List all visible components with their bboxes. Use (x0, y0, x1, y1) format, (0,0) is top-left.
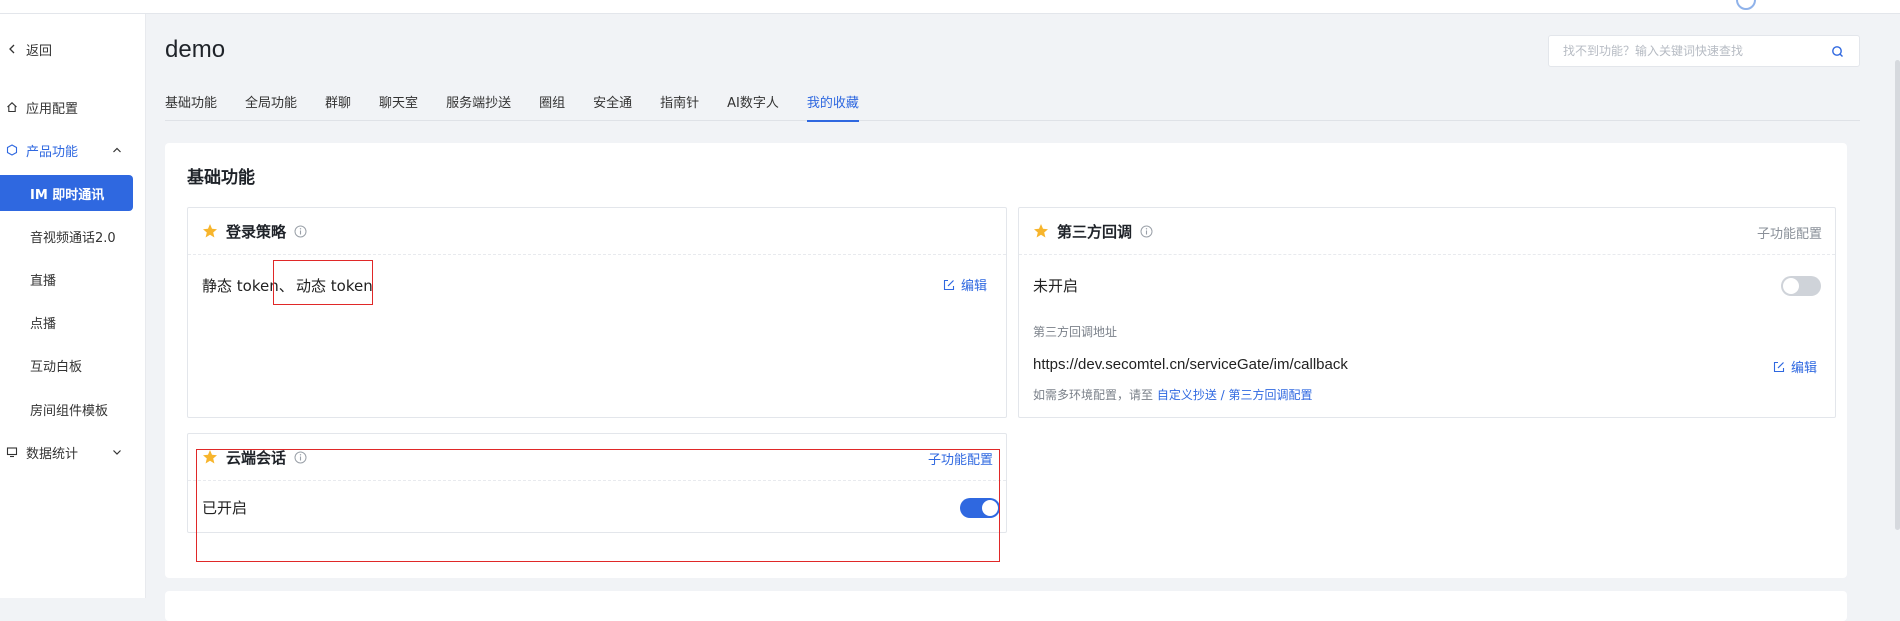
sub-config-link[interactable]: 子功能配置 (928, 449, 993, 468)
sidebar-subitem-room-template[interactable]: 房间组件模板 (0, 391, 146, 427)
callback-hint: 如需多环境配置，请至 自定义抄送 / 第三方回调配置 (1033, 386, 1313, 403)
sidebar-item-data-stats[interactable]: 数据统计 (0, 434, 146, 470)
login-strategy-card: 登录策略 静态 token、 动态 token 编辑 (187, 207, 1007, 418)
card-header: 云端会话 子功能配置 (188, 434, 1006, 481)
login-edit-button[interactable]: 编辑 (943, 275, 987, 294)
hexagon-icon (4, 142, 20, 158)
callback-url: https://dev.secomtel.cn/serviceGate/im/c… (1033, 356, 1348, 373)
sidebar-subitem-label: IM 即时通讯 (30, 187, 105, 203)
avatar[interactable] (1736, 0, 1756, 10)
sidebar-item-label: 应用配置 (26, 101, 79, 117)
tab-favorites[interactable]: 我的收藏 (806, 86, 859, 122)
tab-group-chat[interactable]: 群聊 (325, 86, 351, 121)
sidebar-item-product-features[interactable]: 产品功能 (0, 132, 146, 168)
tab-basic[interactable]: 基础功能 (165, 86, 217, 121)
next-section (165, 591, 1847, 621)
card-title: 登录策略 (226, 222, 287, 241)
info-icon[interactable] (294, 451, 307, 464)
chevron-up-icon (110, 143, 124, 157)
search-box[interactable] (1548, 35, 1860, 67)
edit-icon (1773, 361, 1785, 372)
sidebar-item-app-config[interactable]: 应用配置 (0, 89, 146, 125)
callback-status: 未开启 (1033, 277, 1079, 295)
top-bar (0, 0, 1900, 14)
callback-toggle[interactable] (1781, 276, 1821, 296)
sidebar-subitem-whiteboard[interactable]: 互动白板 (0, 347, 146, 383)
sidebar-subitem-av-call[interactable]: 音视频通话2.0 (0, 218, 146, 254)
card-title: 云端会话 (226, 448, 287, 467)
sidebar-subitem-im[interactable]: IM 即时通讯 (0, 175, 133, 211)
scrollbar-thumb[interactable] (1895, 60, 1900, 530)
sidebar-subitem-label: 音视频通话2.0 (30, 230, 116, 246)
sidebar-subitem-label: 点播 (30, 316, 57, 332)
chevron-left-icon (4, 41, 20, 57)
search-input[interactable] (1563, 44, 1829, 58)
star-icon[interactable] (202, 449, 218, 465)
tab-circle[interactable]: 圈组 (539, 86, 565, 121)
sidebar-subitem-label: 直播 (30, 273, 57, 289)
tab-security[interactable]: 安全通 (593, 86, 632, 121)
edit-label: 编辑 (1791, 361, 1818, 376)
search-icon[interactable] (1829, 43, 1845, 59)
chevron-down-icon (110, 445, 124, 459)
tab-server-cc[interactable]: 服务端抄送 (446, 86, 511, 121)
sidebar: 返回 应用配置 产品功能 IM 即时通讯 音视频通话2.0 直播 点播 互动白板… (0, 14, 146, 598)
home-icon (4, 99, 20, 115)
sidebar-subitem-label: 互动白板 (30, 359, 83, 375)
sidebar-item-label: 数据统计 (26, 446, 79, 462)
back-label: 返回 (26, 43, 53, 59)
info-icon[interactable] (294, 225, 307, 238)
sidebar-subitem-live[interactable]: 直播 (0, 261, 146, 297)
main-content: demo 基础功能 全局功能 群聊 聊天室 服务端抄送 圈组 安全通 指南针 A… (146, 14, 1900, 621)
login-static-token: 静态 token、 (202, 277, 294, 295)
tab-bar: 基础功能 全局功能 群聊 聊天室 服务端抄送 圈组 安全通 指南针 AI数字人 … (165, 86, 1860, 122)
custom-cc-link[interactable]: 自定义抄送 / 第三方回调配置 (1157, 388, 1313, 402)
cloud-conversation-card: 云端会话 子功能配置 已开启 (187, 433, 1007, 533)
info-icon[interactable] (1140, 225, 1153, 238)
edit-icon (943, 279, 955, 290)
third-party-callback-card: 第三方回调 子功能配置 未开启 第三方回调地址 https://dev.seco… (1018, 207, 1836, 418)
monitor-icon (4, 444, 20, 460)
sidebar-item-label: 产品功能 (26, 144, 79, 160)
callback-edit-button[interactable]: 编辑 (1773, 357, 1817, 376)
page-title: demo (165, 36, 226, 63)
card-header: 登录策略 (188, 208, 1006, 255)
cloud-toggle[interactable] (960, 498, 1000, 518)
tab-global[interactable]: 全局功能 (245, 86, 297, 121)
sidebar-subitem-label: 房间组件模板 (30, 403, 109, 419)
sub-config-link[interactable]: 子功能配置 (1757, 223, 1822, 242)
star-icon[interactable] (1033, 223, 1049, 239)
toggle-knob (1783, 278, 1799, 294)
tab-chatroom[interactable]: 聊天室 (379, 86, 418, 121)
tab-ai-avatar[interactable]: AI数字人 (727, 86, 779, 121)
tab-compass[interactable]: 指南针 (660, 86, 699, 121)
card-header: 第三方回调 子功能配置 (1019, 208, 1835, 255)
cloud-status: 已开启 (202, 499, 248, 517)
sidebar-subitem-vod[interactable]: 点播 (0, 304, 146, 340)
toggle-knob (982, 500, 998, 516)
login-dynamic-token: 动态 token (296, 277, 373, 295)
star-icon[interactable] (202, 223, 218, 239)
card-title: 第三方回调 (1057, 222, 1133, 241)
back-link[interactable]: 返回 (0, 31, 146, 67)
section-title: 基础功能 (187, 168, 255, 188)
basic-features-section: 基础功能 登录策略 静态 token、 动态 token 编辑 第三方回调 子功… (165, 143, 1847, 578)
hint-text: 如需多环境配置，请至 (1033, 388, 1154, 402)
edit-label: 编辑 (961, 279, 988, 294)
callback-address-label: 第三方回调地址 (1033, 325, 1118, 339)
